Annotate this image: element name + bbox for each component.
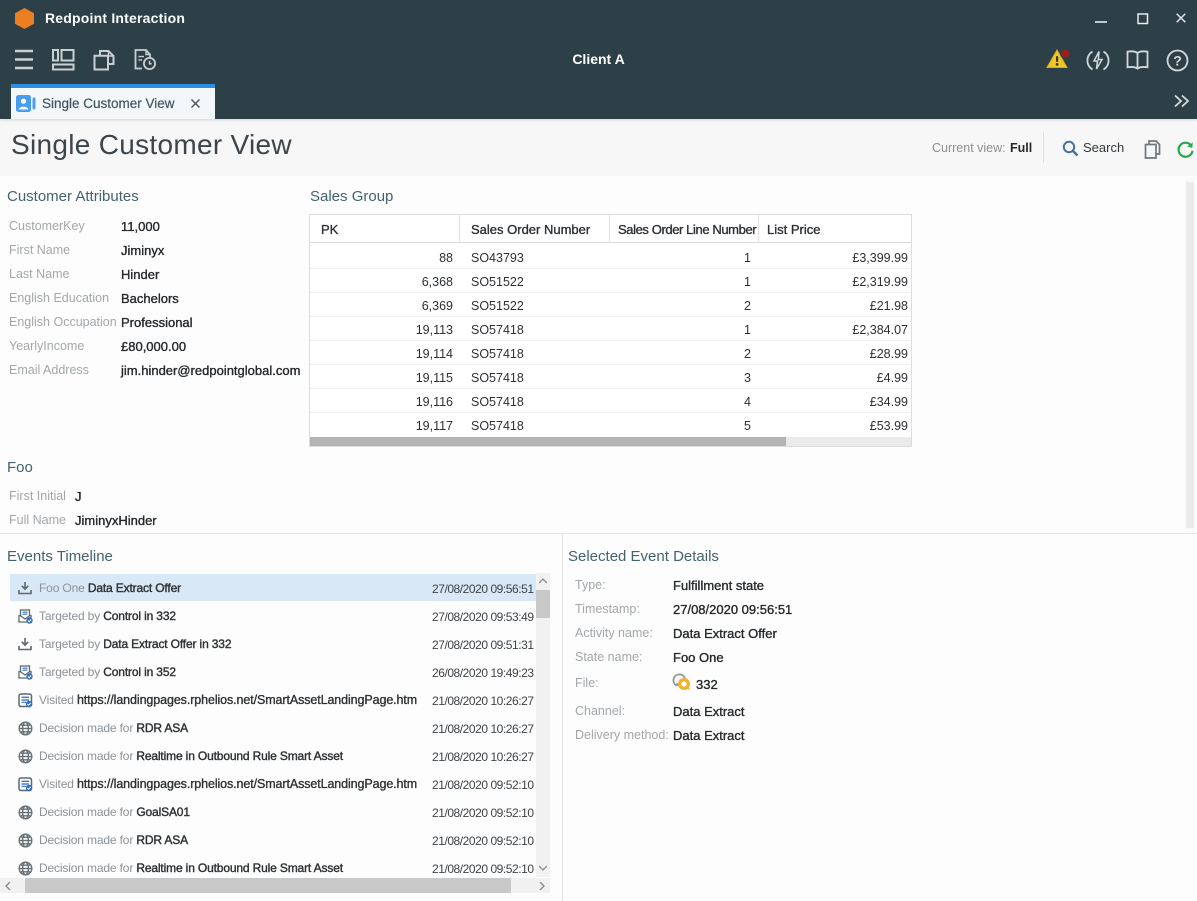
svg-text:?: ? [1173, 53, 1182, 69]
